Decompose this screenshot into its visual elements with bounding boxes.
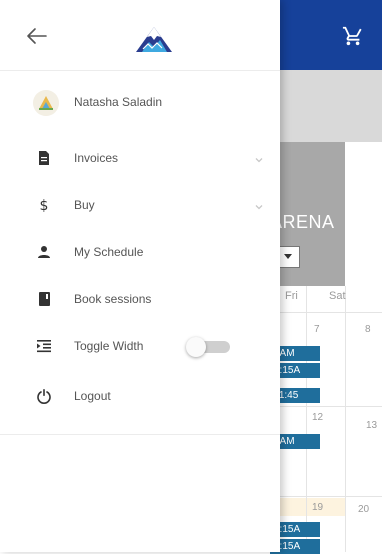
menu-item-label: Toggle Width xyxy=(74,339,144,353)
calendar-gridline xyxy=(306,286,307,552)
menu-item-my-schedule[interactable]: My Schedule xyxy=(0,237,280,267)
menu-item-label: Invoices xyxy=(74,151,119,165)
toggle-knob xyxy=(186,337,206,357)
user-profile[interactable]: Natasha Saladin xyxy=(0,86,280,120)
nav-drawer: Natasha Saladin Invoices $ Buy My Schedu… xyxy=(0,0,280,552)
logo xyxy=(134,25,174,53)
menu-item-toggle-width: Toggle Width xyxy=(0,331,280,361)
menu-item-label: Buy xyxy=(74,198,95,212)
drawer-divider xyxy=(0,70,280,71)
menu-item-label: Book sessions xyxy=(74,292,152,306)
dollar-icon: $ xyxy=(36,197,52,214)
toggle-width-switch[interactable] xyxy=(186,337,232,357)
menu-item-logout[interactable]: Logout xyxy=(0,381,280,411)
calendar-date: 7 xyxy=(314,324,320,335)
calendar-day-header: Fri xyxy=(285,290,298,302)
calendar-date: 13 xyxy=(366,420,378,431)
menu-item-buy[interactable]: $ Buy xyxy=(0,190,280,220)
calendar-date: 12 xyxy=(312,412,324,423)
avatar xyxy=(33,90,59,116)
svg-text:$: $ xyxy=(40,198,49,213)
cart-icon[interactable] xyxy=(342,25,364,47)
calendar-gridline xyxy=(270,312,382,313)
calendar-gridline xyxy=(270,406,382,407)
calendar-right-area xyxy=(345,142,382,552)
indent-icon xyxy=(36,338,52,354)
menu-item-invoices[interactable]: Invoices xyxy=(0,143,280,173)
calendar-gridline xyxy=(270,496,382,497)
menu-item-label: My Schedule xyxy=(74,245,144,259)
drawer-header xyxy=(0,0,280,70)
drawer-divider xyxy=(0,434,280,435)
chevron-down-icon xyxy=(254,152,264,163)
back-arrow-icon[interactable] xyxy=(26,27,48,45)
invoice-icon xyxy=(36,150,52,166)
calendar-gridline xyxy=(345,286,346,552)
menu-item-book-sessions[interactable]: Book sessions xyxy=(0,284,280,314)
calendar-day-header: Sat xyxy=(329,290,346,302)
calendar-date: 20 xyxy=(358,504,370,515)
menu-item-label: Logout xyxy=(74,389,111,403)
book-icon xyxy=(36,291,52,307)
calendar-date: 8 xyxy=(365,324,371,335)
calendar-date: 19 xyxy=(312,502,324,513)
user-name: Natasha Saladin xyxy=(74,95,163,109)
person-icon xyxy=(36,244,52,260)
chevron-down-icon xyxy=(254,199,264,210)
power-icon xyxy=(36,388,52,404)
calendar-today-highlight xyxy=(270,498,345,516)
